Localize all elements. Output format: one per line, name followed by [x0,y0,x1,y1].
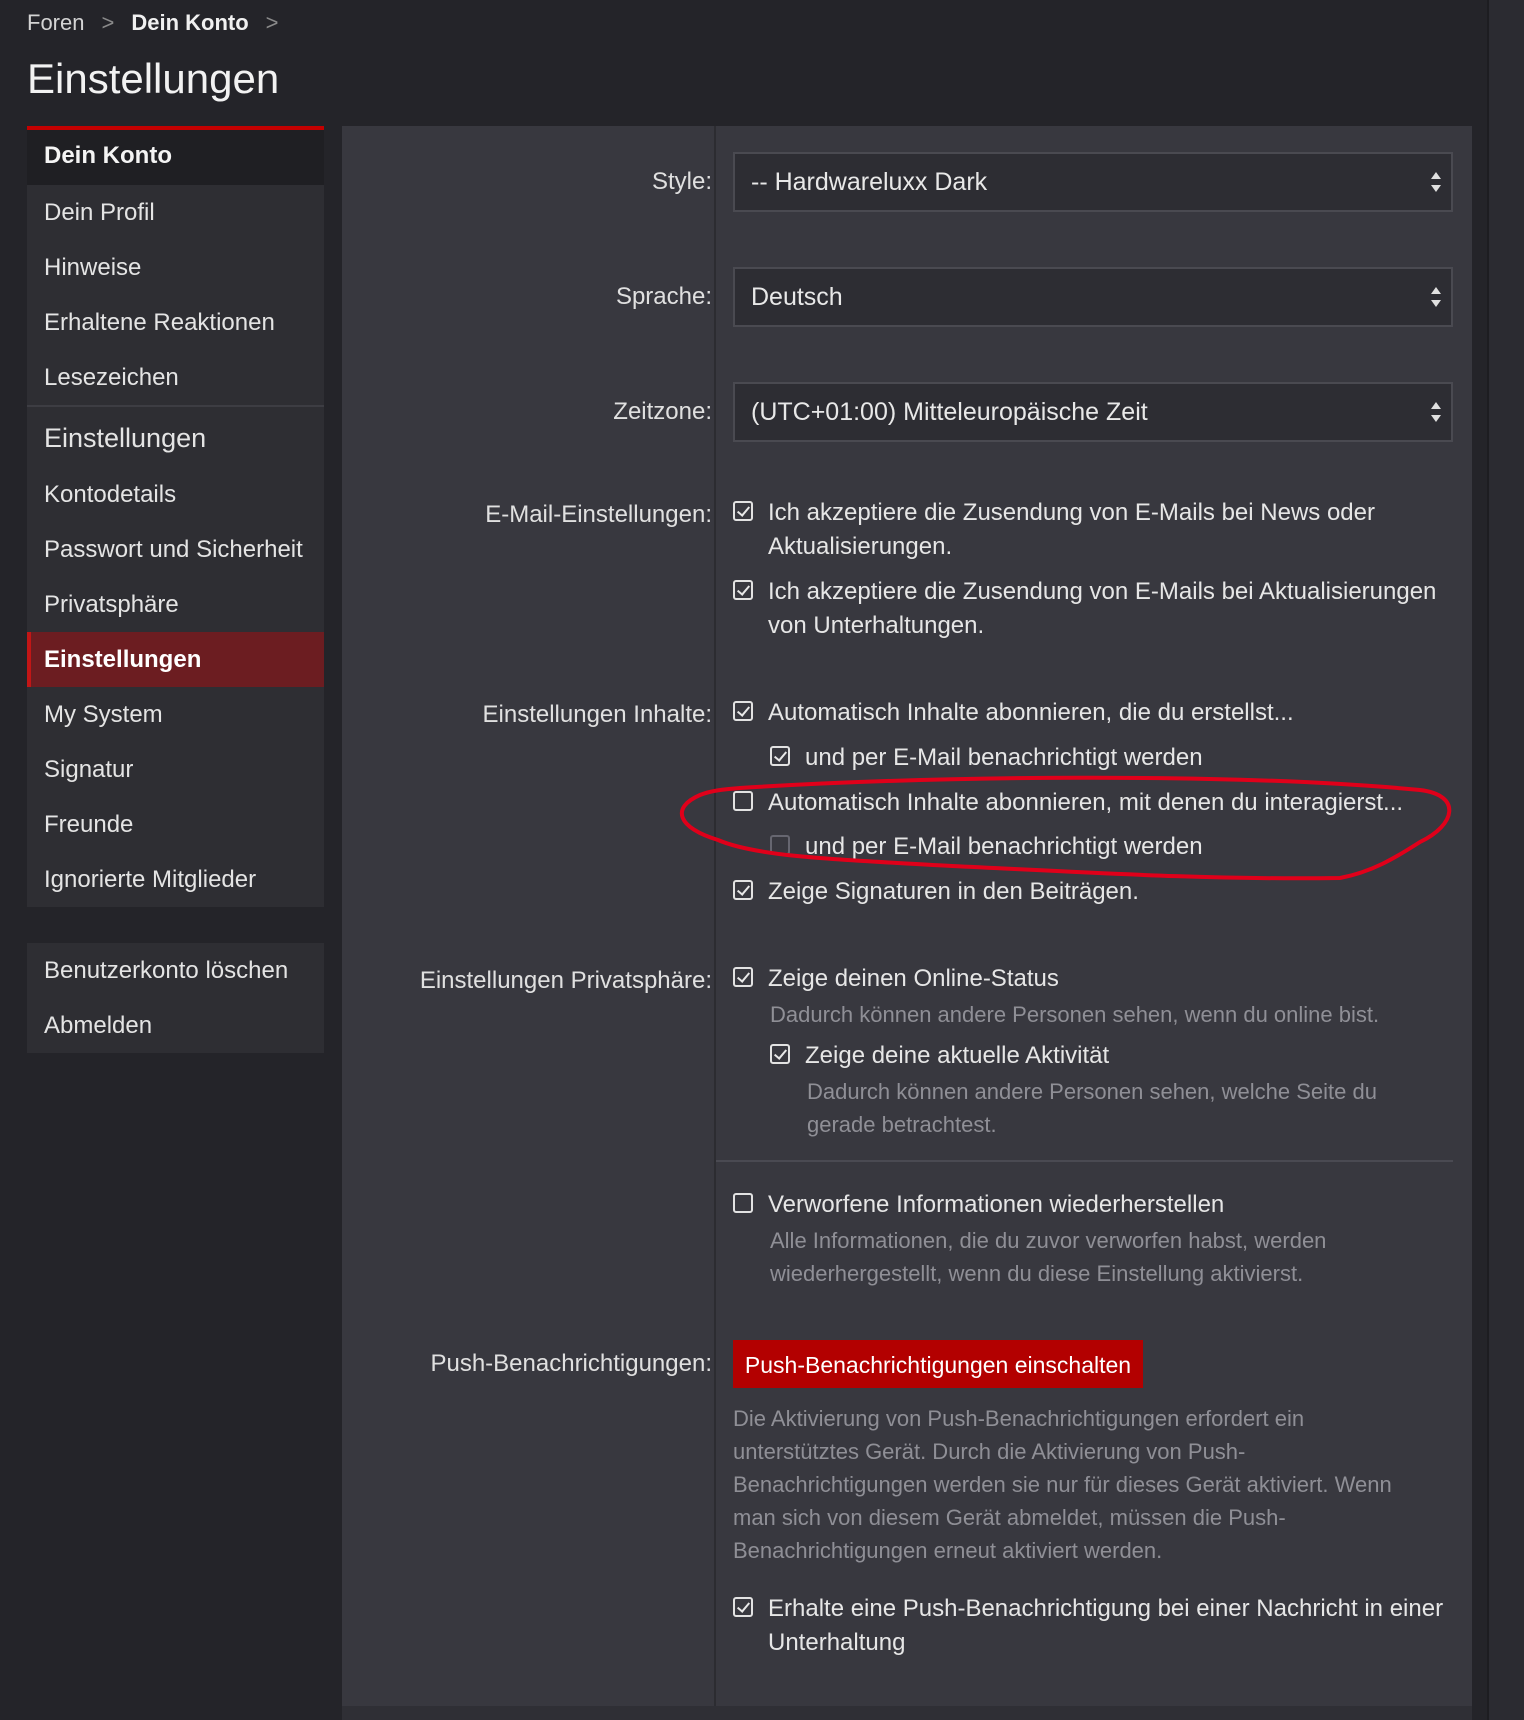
checkbox-unchecked-icon[interactable] [733,791,753,811]
sidebar-header-einstellungen: Einstellungen [27,405,324,467]
select-arrows-icon [1431,402,1441,422]
select-arrows-icon [1431,172,1441,192]
privacy-settings-label: Einstellungen Privatsphäre: [419,967,712,994]
timezone-select[interactable]: (UTC+01:00) Mitteleuropäische Zeit [733,382,1453,442]
auto-watch-interacted-email-option[interactable]: und per E-Mail benachrichtigt werden [770,830,1450,864]
push-hint: Die Aktivierung von Push-Benachrichtigun… [733,1406,1392,1563]
checkbox-checked-icon[interactable] [733,701,753,721]
checkbox-unchecked-icon[interactable] [733,1193,753,1213]
checkbox-checked-icon[interactable] [733,967,753,987]
email-news-option[interactable]: Ich akzeptiere die Zusendung von E-Mails… [733,496,1453,564]
restore-dismissed-text: Verworfene Informationen wiederherstelle… [768,1191,1225,1218]
sidebar-item-kontodetails[interactable]: Kontodetails [27,467,324,522]
column-divider [714,126,716,1706]
style-label: Style: [651,168,712,195]
email-conversations-text: Ich akzeptiere die Zusendung von E-Mails… [768,578,1437,639]
auto-watch-interacted-text: Automatisch Inhalte abonnieren, mit dene… [768,789,1404,816]
checkbox-checked-icon[interactable] [733,580,753,600]
sidebar-item-einstellungen[interactable]: Einstellungen [27,632,324,687]
sidebar-group-account-actions: Benutzerkonto löschen Abmelden [27,943,324,1053]
breadcrumb-dein-konto[interactable]: Dein Konto [131,10,248,36]
sidebar: Dein Konto Dein Profil Hinweise Erhalten… [27,126,324,1053]
sidebar-header-dein-konto[interactable]: Dein Konto [27,126,324,185]
checkbox-checked-icon[interactable] [733,501,753,521]
checkbox-disabled-icon[interactable] [770,835,790,855]
chevron-right-icon: > [265,10,279,35]
checkbox-checked-icon[interactable] [733,880,753,900]
sidebar-group-account: Dein Konto Dein Profil Hinweise Erhalten… [27,126,324,907]
auto-watch-created-email-text: und per E-Mail benachrichtigt werden [805,744,1203,771]
timezone-select-value: (UTC+01:00) Mitteleuropäische Zeit [751,398,1148,426]
sidebar-item-profil[interactable]: Dein Profil [27,185,324,240]
sidebar-item-ignorierte[interactable]: Ignorierte Mitglieder [27,852,324,907]
checkbox-checked-icon[interactable] [733,1597,753,1617]
auto-watch-created-email-option[interactable]: und per E-Mail benachrichtigt werden [770,741,1450,775]
sidebar-item-reaktionen[interactable]: Erhaltene Reaktionen [27,295,324,350]
online-status-text: Zeige deinen Online-Status [768,965,1059,992]
current-activity-option[interactable]: Zeige deine aktuelle Aktivität [770,1039,1450,1073]
breadcrumb: Foren > Dein Konto > [27,10,296,36]
email-conversations-option[interactable]: Ich akzeptiere die Zusendung von E-Mails… [733,575,1453,643]
show-signatures-option[interactable]: Zeige Signaturen in den Beiträgen. [733,875,1453,909]
settings-panel: Style: -- Hardwareluxx Dark Sprache: Deu… [342,126,1472,1720]
sidebar-item-privatsphaere[interactable]: Privatsphäre [27,577,324,632]
auto-watch-interacted-option[interactable]: Automatisch Inhalte abonnieren, mit dene… [733,786,1453,820]
sidebar-item-signatur[interactable]: Signatur [27,742,324,797]
push-conversation-option[interactable]: Erhalte eine Push-Benachrichtigung bei e… [733,1592,1458,1660]
auto-watch-created-text: Automatisch Inhalte abonnieren, die du e… [768,699,1294,726]
push-label: Push-Benachrichtigungen: [430,1350,712,1377]
window-edge [1487,0,1524,1720]
email-news-text: Ich akzeptiere die Zusendung von E-Mails… [768,499,1375,560]
checkbox-checked-icon[interactable] [770,746,790,766]
email-settings-label: E-Mail-Einstellungen: [485,501,712,528]
select-arrows-icon [1431,287,1441,307]
auto-watch-created-option[interactable]: Automatisch Inhalte abonnieren, die du e… [733,696,1453,730]
sidebar-item-abmelden[interactable]: Abmelden [27,998,324,1053]
sidebar-item-konto-loeschen[interactable]: Benutzerkonto löschen [27,943,324,998]
sidebar-item-hinweise[interactable]: Hinweise [27,240,324,295]
language-select[interactable]: Deutsch [733,267,1453,327]
style-select[interactable]: -- Hardwareluxx Dark [733,152,1453,212]
sidebar-item-lesezeichen[interactable]: Lesezeichen [27,350,324,405]
push-conversation-text: Erhalte eine Push-Benachrichtigung bei e… [768,1595,1444,1656]
chevron-right-icon: > [101,10,115,35]
style-select-value: -- Hardwareluxx Dark [751,168,988,196]
sidebar-item-freunde[interactable]: Freunde [27,797,324,852]
sidebar-item-passwort[interactable]: Passwort und Sicherheit [27,522,324,577]
page-title: Einstellungen [27,55,280,102]
current-activity-hint: Dadurch können andere Personen sehen, we… [807,1079,1377,1137]
panel-footer [342,1706,1472,1720]
online-status-hint: Dadurch können andere Personen sehen, we… [770,1002,1380,1027]
breadcrumb-foren[interactable]: Foren [27,10,84,36]
current-activity-text: Zeige deine aktuelle Aktivität [805,1042,1110,1069]
auto-watch-interacted-email-text: und per E-Mail benachrichtigt werden [805,833,1203,860]
sidebar-item-my-system[interactable]: My System [27,687,324,742]
restore-dismissed-hint: Alle Informationen, die du zuvor verworf… [770,1228,1327,1286]
online-status-option[interactable]: Zeige deinen Online-Status [733,962,1453,996]
language-select-value: Deutsch [751,283,843,311]
restore-dismissed-option[interactable]: Verworfene Informationen wiederherstelle… [733,1188,1453,1222]
checkbox-checked-icon[interactable] [770,1044,790,1064]
timezone-label: Zeitzone: [613,398,712,425]
content-settings-label: Einstellungen Inhalte: [482,701,713,728]
section-divider [716,1160,1453,1162]
show-signatures-text: Zeige Signaturen in den Beiträgen. [768,878,1139,905]
enable-push-button[interactable]: Push-Benachrichtigungen einschalten [733,1340,1143,1388]
language-label: Sprache: [615,283,712,310]
